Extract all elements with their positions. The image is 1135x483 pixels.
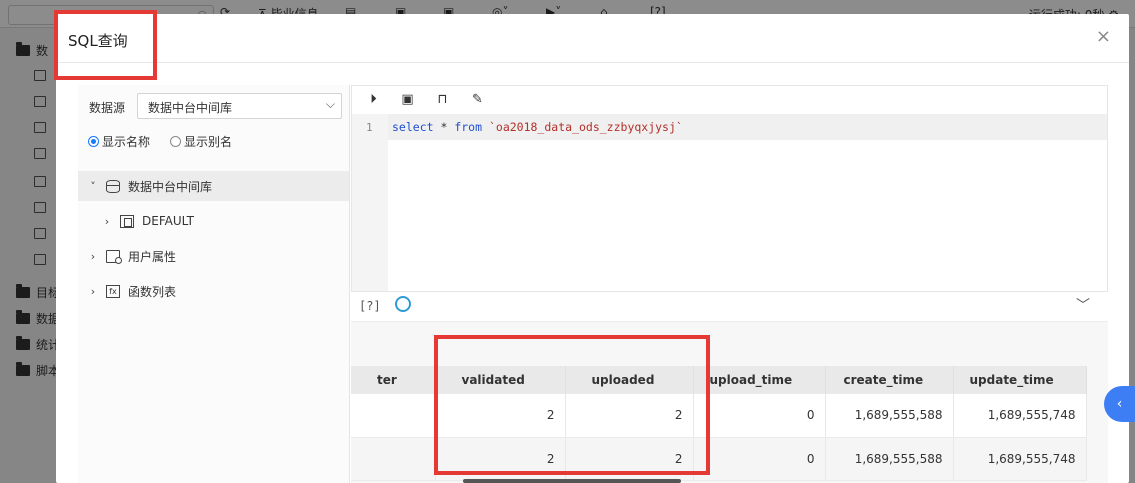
tree-item-default[interactable]: › DEFAULT	[78, 206, 349, 236]
datasource-label: 数据源	[89, 101, 126, 115]
tree-item-user-attributes[interactable]: › 用户属性	[78, 241, 349, 271]
table-cell[interactable]: 0	[693, 394, 826, 438]
side-panel-toggle[interactable]: ‹	[1104, 386, 1135, 422]
tree-item-function-list[interactable]: › fx 函数列表	[78, 276, 349, 306]
chevron-right-icon: ›	[90, 249, 96, 263]
table-row: 2 2 0 1,689,555,588 1,689,555,748	[351, 437, 1087, 481]
line-number: 1	[366, 121, 373, 134]
table-cell[interactable]: 2	[435, 394, 566, 438]
table-cell[interactable]: 0	[693, 437, 826, 481]
save-icon[interactable]: ▣	[400, 92, 415, 107]
refresh-icon[interactable]	[395, 296, 411, 312]
radio-label: 显示名称	[102, 135, 151, 149]
column-header[interactable]: uploaded	[565, 366, 694, 394]
radio-label: 显示别名	[184, 135, 233, 149]
horizontal-scrollbar[interactable]	[463, 479, 681, 483]
column-header[interactable]: update_time	[953, 366, 1087, 394]
datasource-select[interactable]: 数据中台中间库 ⌵	[137, 93, 342, 119]
tree-item-label: 用户属性	[128, 249, 177, 264]
chevron-down-icon: ˅	[90, 179, 96, 193]
result-table: ter validated uploaded upload_time creat…	[351, 366, 1087, 481]
chevron-right-icon: ›	[104, 214, 110, 228]
radio-show-alias[interactable]: 显示别名	[170, 133, 232, 150]
column-header[interactable]: create_time	[825, 366, 954, 394]
editor-toolbar: ⏵ ▣ ⊓ ✎	[352, 86, 1107, 114]
radio-show-name[interactable]: 显示名称	[88, 133, 150, 150]
table-row: 2 2 0 1,689,555,588 1,689,555,748	[351, 394, 1087, 438]
sql-editor: ⏵ ▣ ⊓ ✎ 1 select * from `oa2018_data_ods…	[351, 85, 1108, 292]
format-icon[interactable]: ⊓	[435, 92, 450, 107]
radio-checked-icon	[88, 136, 99, 147]
table-cell[interactable]: 1,689,555,748	[953, 437, 1087, 481]
column-header[interactable]: validated	[435, 366, 566, 394]
tree-item-label: DEFAULT	[142, 214, 194, 228]
chevron-right-icon: ›	[90, 284, 96, 298]
tree-item-label: 数据中台中间库	[128, 179, 213, 194]
result-area: ter validated uploaded upload_time creat…	[351, 322, 1108, 483]
chevron-down-icon: ⌵	[325, 97, 335, 111]
column-header[interactable]: upload_time	[693, 366, 826, 394]
database-icon	[106, 179, 120, 193]
table-header-row: ter validated uploaded upload_time creat…	[351, 366, 1087, 394]
sql-table-name: `oa2018_data_ods_zzbyqxjysj`	[488, 120, 683, 134]
property-icon	[106, 249, 122, 264]
table-cell[interactable]: 2	[565, 437, 694, 481]
sql-keyword: select	[392, 120, 434, 134]
dialog-header: SQL查询 ×	[56, 14, 1129, 63]
edit-icon[interactable]: ✎	[470, 92, 485, 107]
sql-keyword: from	[454, 120, 483, 134]
datasource-select-value: 数据中台中间库	[148, 101, 233, 115]
function-icon: fx	[106, 284, 120, 298]
tree-item-datasource[interactable]: ˅ 数据中台中间库	[78, 171, 349, 201]
run-icon[interactable]: ⏵	[366, 92, 381, 107]
result-toolbar: [?] ﹀	[351, 292, 1108, 322]
sql-query-dialog: SQL查询 × 数据源 数据中台中间库 ⌵ 显示名称 显示别名 ˅ 数据中台中间…	[56, 14, 1129, 483]
table-cell[interactable]: 2	[565, 394, 694, 438]
table-cell[interactable]: 1,689,555,748	[953, 394, 1087, 438]
radio-unchecked-icon	[170, 136, 181, 147]
editor-gutter: 1	[352, 114, 388, 291]
table-cell[interactable]	[351, 394, 436, 438]
chevron-down-icon[interactable]: ﹀	[1076, 295, 1090, 315]
close-icon[interactable]: ×	[1096, 26, 1111, 47]
table-cell[interactable]: 1,689,555,588	[825, 437, 954, 481]
sql-star: *	[433, 120, 455, 134]
help-icon[interactable]: [?]	[359, 299, 381, 313]
table-cell[interactable]: 1,689,555,588	[825, 394, 954, 438]
datasource-panel: 数据源 数据中台中间库 ⌵ 显示名称 显示别名 ˅ 数据中台中间库 › DEFA…	[78, 85, 350, 483]
tree-item-label: 函数列表	[128, 284, 177, 299]
table-cell[interactable]: 2	[435, 437, 566, 481]
code-line[interactable]: select * from `oa2018_data_ods_zzbyqxjys…	[388, 114, 1107, 140]
table-cell[interactable]	[351, 437, 436, 481]
dialog-title: SQL查询	[68, 32, 128, 50]
column-header[interactable]: ter	[351, 366, 436, 394]
table-icon	[120, 214, 134, 228]
